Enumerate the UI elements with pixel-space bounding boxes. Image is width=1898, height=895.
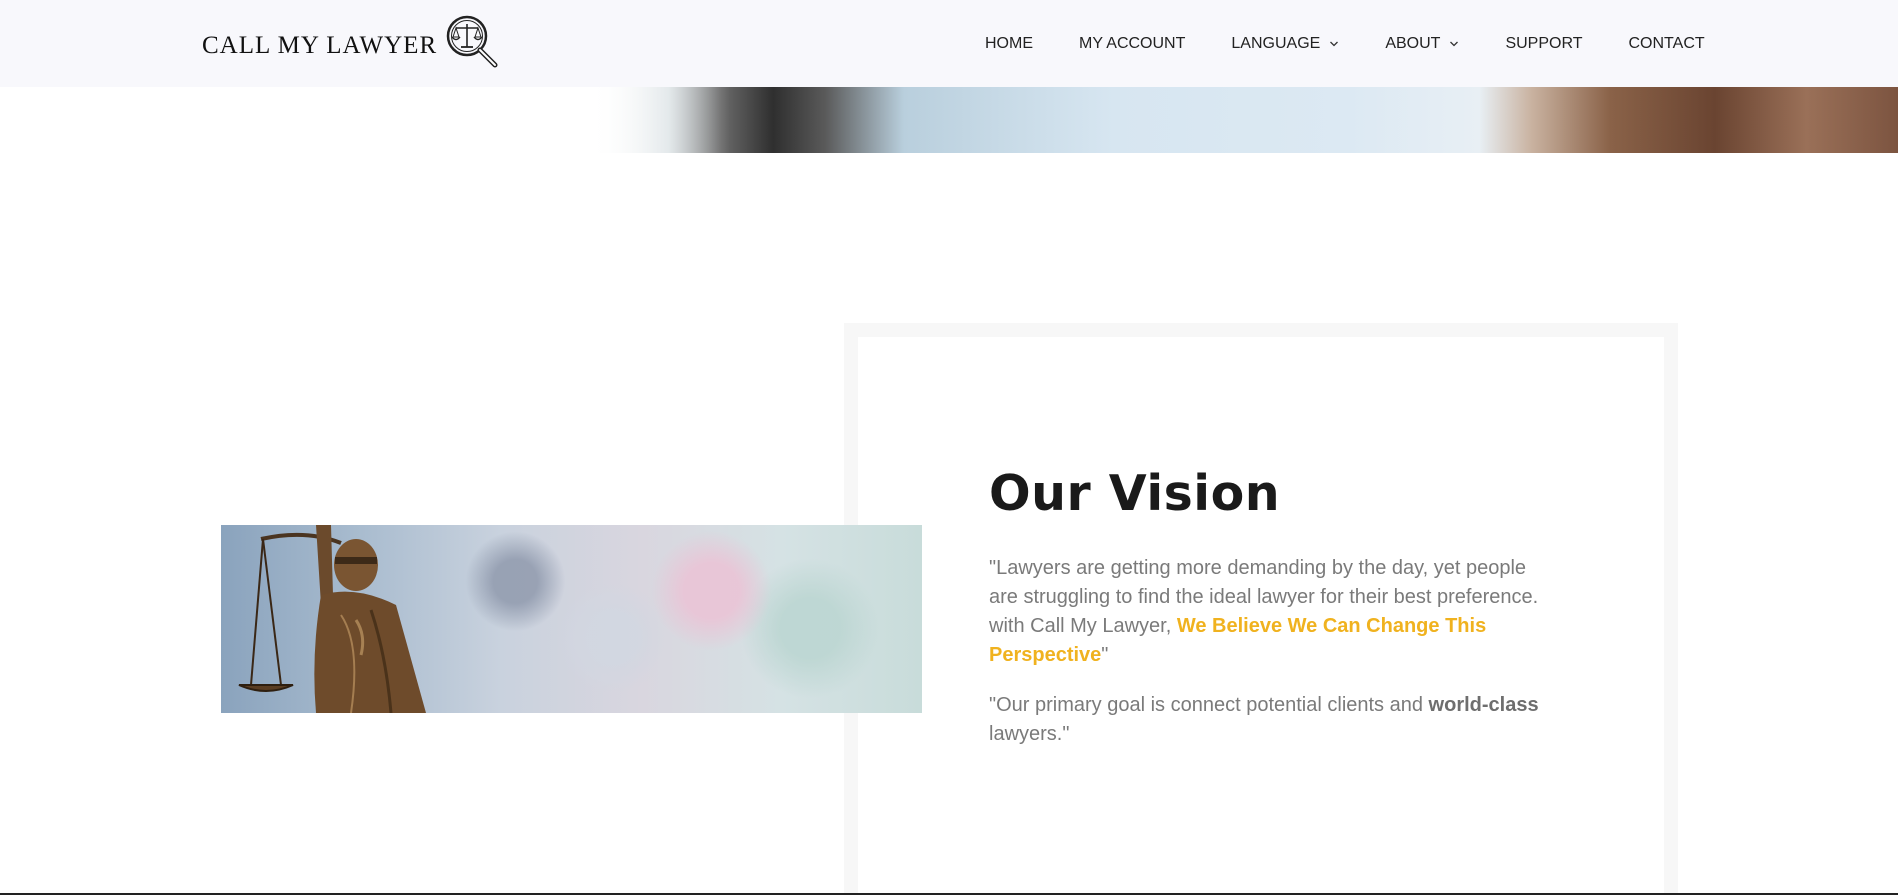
site-header: CALL MY LAWYER HOME MY ACCOUNT LANGUAGE xyxy=(0,0,1898,87)
nav-about-label: ABOUT xyxy=(1385,34,1441,52)
lady-justice-image xyxy=(221,525,922,713)
nav-language[interactable]: LANGUAGE xyxy=(1231,35,1339,53)
nav-my-account[interactable]: MY ACCOUNT xyxy=(1079,35,1185,53)
hero-image xyxy=(590,87,1898,153)
vision-paragraph-2: "Our primary goal is connect potential c… xyxy=(989,691,1549,749)
nav-home[interactable]: HOME xyxy=(985,35,1033,53)
nav-support-label: SUPPORT xyxy=(1505,34,1583,52)
site-logo[interactable]: CALL MY LAWYER xyxy=(202,14,501,72)
vision-paragraph-2-close: lawyers." xyxy=(989,723,1070,745)
vision-strong-text: world-class xyxy=(1428,694,1539,716)
vision-paragraph-1-close: " xyxy=(1101,644,1109,666)
nav-my-account-label: MY ACCOUNT xyxy=(1079,34,1186,52)
scales-magnifier-icon xyxy=(446,15,498,68)
lady-justice-statue xyxy=(238,525,426,713)
nav-contact-label: CONTACT xyxy=(1628,34,1705,52)
nav-home-label: HOME xyxy=(985,34,1033,52)
logo-text: CALL MY LAWYER xyxy=(202,32,438,59)
chevron-down-icon xyxy=(1450,41,1459,46)
main-nav: HOME MY ACCOUNT LANGUAGE ABOUT SUPPORT C… xyxy=(985,0,1705,87)
nav-contact[interactable]: CONTACT xyxy=(1629,35,1705,53)
nav-about[interactable]: ABOUT xyxy=(1385,35,1459,53)
vision-paragraph-2-text: "Our primary goal is connect potential c… xyxy=(989,694,1429,716)
vision-paragraph-1: "Lawyers are getting more demanding by t… xyxy=(989,554,1549,670)
nav-support[interactable]: SUPPORT xyxy=(1505,35,1582,53)
vision-title: Our Vision xyxy=(989,465,1281,522)
nav-language-label: LANGUAGE xyxy=(1231,34,1321,52)
chevron-down-icon xyxy=(1330,41,1339,46)
